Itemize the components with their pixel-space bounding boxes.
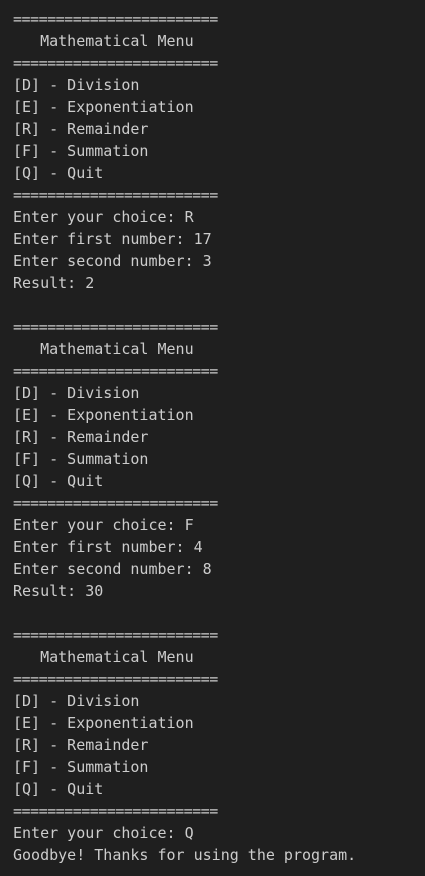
terminal-output: ======================== Mathematical Me… [0, 0, 425, 876]
choice-prompt: Enter your choice: Q [13, 824, 194, 842]
separator-line: ======================== [13, 362, 218, 380]
separator-line: ======================== [13, 318, 218, 336]
separator-line: ======================== [13, 186, 218, 204]
menu-option-remainder: [R] - Remainder [13, 428, 149, 446]
first-number-prompt: Enter first number: 17 [13, 230, 212, 248]
separator-line: ======================== [13, 670, 218, 688]
first-number-prompt: Enter first number: 4 [13, 538, 203, 556]
menu-option-division: [D] - Division [13, 692, 140, 710]
menu-option-division: [D] - Division [13, 384, 140, 402]
menu-option-quit: [Q] - Quit [13, 164, 104, 182]
menu-option-summation: [F] - Summation [13, 450, 149, 468]
separator-line: ======================== [13, 494, 218, 512]
menu-option-remainder: [R] - Remainder [13, 736, 149, 754]
menu-option-quit: [Q] - Quit [13, 780, 104, 798]
choice-prompt: Enter your choice: R [13, 208, 194, 226]
second-number-prompt: Enter second number: 3 [13, 252, 212, 270]
menu-option-exponentiation: [E] - Exponentiation [13, 714, 194, 732]
choice-prompt: Enter your choice: F [13, 516, 194, 534]
menu-option-summation: [F] - Summation [13, 758, 149, 776]
separator-line: ======================== [13, 802, 218, 820]
separator-line: ======================== [13, 54, 218, 72]
separator-line: ======================== [13, 10, 218, 28]
menu-title: Mathematical Menu [13, 340, 194, 358]
menu-title: Mathematical Menu [13, 648, 194, 666]
menu-title: Mathematical Menu [13, 32, 194, 50]
result-line: Result: 30 [13, 582, 104, 600]
second-number-prompt: Enter second number: 8 [13, 560, 212, 578]
separator-line: ======================== [13, 626, 218, 644]
menu-option-exponentiation: [E] - Exponentiation [13, 98, 194, 116]
result-line: Result: 2 [13, 274, 95, 292]
goodbye-message: Goodbye! Thanks for using the program. [13, 846, 357, 864]
menu-option-quit: [Q] - Quit [13, 472, 104, 490]
menu-option-division: [D] - Division [13, 76, 140, 94]
menu-option-exponentiation: [E] - Exponentiation [13, 406, 194, 424]
menu-option-remainder: [R] - Remainder [13, 120, 149, 138]
menu-option-summation: [F] - Summation [13, 142, 149, 160]
